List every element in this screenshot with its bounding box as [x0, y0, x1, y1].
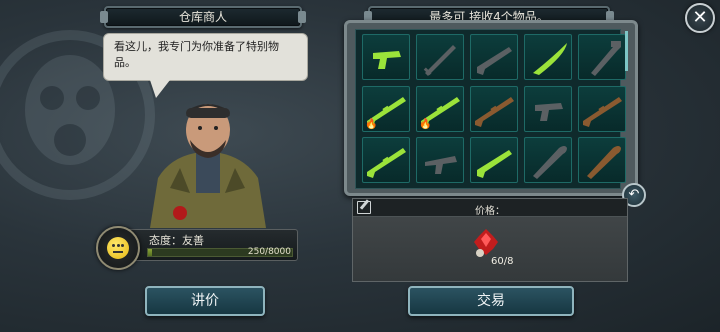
item-slot[interactable] [470, 34, 518, 80]
baseball-bat-icon [587, 146, 621, 180]
item-slot[interactable] [362, 34, 410, 80]
trade-label: 交易 [477, 293, 505, 309]
attitude-emblem [96, 226, 140, 270]
fire-icon: 🔥 [419, 118, 432, 130]
attitude-progress-fill [148, 249, 153, 256]
pistol-green-icon [373, 51, 401, 69]
close-icon: ✕ [692, 7, 708, 28]
trade-button[interactable]: 交易 [408, 286, 574, 316]
item-slot[interactable] [362, 137, 410, 184]
price-value: 60/8 [491, 256, 514, 267]
item-slot[interactable] [578, 34, 626, 80]
item-slot[interactable] [578, 137, 626, 184]
shotgun-green-icon [477, 150, 512, 179]
submachine-gun-icon [425, 156, 457, 175]
speech-bubble-tail [150, 80, 170, 98]
attitude-label: 态度：友善 [149, 234, 204, 247]
hunting-rifle-icon [475, 96, 514, 127]
close-button[interactable]: ✕ [685, 3, 715, 33]
attitude-panel: 态度：友善 250/8000 [118, 229, 298, 261]
red-crystal-icon [474, 229, 498, 257]
price-label: 价格： [475, 206, 505, 217]
fire-icon: 🔥 [365, 118, 378, 130]
item-slot[interactable] [524, 137, 572, 184]
back-arrow-icon: ↶ [628, 187, 640, 202]
item-slot[interactable] [524, 85, 572, 132]
combat-rifle-icon [533, 146, 567, 180]
item-slot[interactable] [416, 137, 464, 184]
item-slot[interactable]: 🔥 [416, 85, 464, 132]
item-slot[interactable] [470, 85, 518, 132]
item-slot[interactable]: 🔥 [362, 85, 410, 132]
item-slot[interactable] [416, 34, 464, 80]
attitude-value: 250/8000 [247, 247, 291, 257]
price-header: 价格： [353, 199, 627, 217]
sword-icon [423, 45, 456, 76]
item-slot[interactable] [524, 34, 572, 80]
bargain-label: 讲价 [191, 293, 219, 309]
pistol-black-icon [535, 102, 563, 121]
assault-rifle-icon [583, 96, 622, 127]
speech-bubble: 看这儿，我专门为你准备了特别物品。 [103, 33, 308, 81]
neutral-face-icon [107, 237, 129, 259]
item-slot[interactable] [578, 85, 626, 132]
machete-green-icon [533, 43, 567, 75]
pipe-wrench-icon [591, 41, 621, 76]
inventory-scrollbar[interactable] [625, 31, 628, 71]
sniper-rifle-green-icon [367, 148, 406, 179]
bargain-button[interactable]: 讲价 [145, 286, 265, 316]
merchant-speech: 看这儿，我专门为你准备了特别物品。 [114, 40, 279, 69]
price-panel: 价格： 60/8 [352, 198, 628, 282]
merchant-title: 仓库商人 [178, 10, 227, 24]
shotgun-icon [477, 47, 512, 75]
merchant-portrait [150, 104, 266, 228]
inventory-panel: 🔥 🔥 [344, 20, 638, 196]
item-slot[interactable] [470, 137, 518, 184]
item-grid: 🔥 🔥 [355, 29, 626, 189]
merchant-title-plaque: 仓库商人 [100, 6, 306, 28]
